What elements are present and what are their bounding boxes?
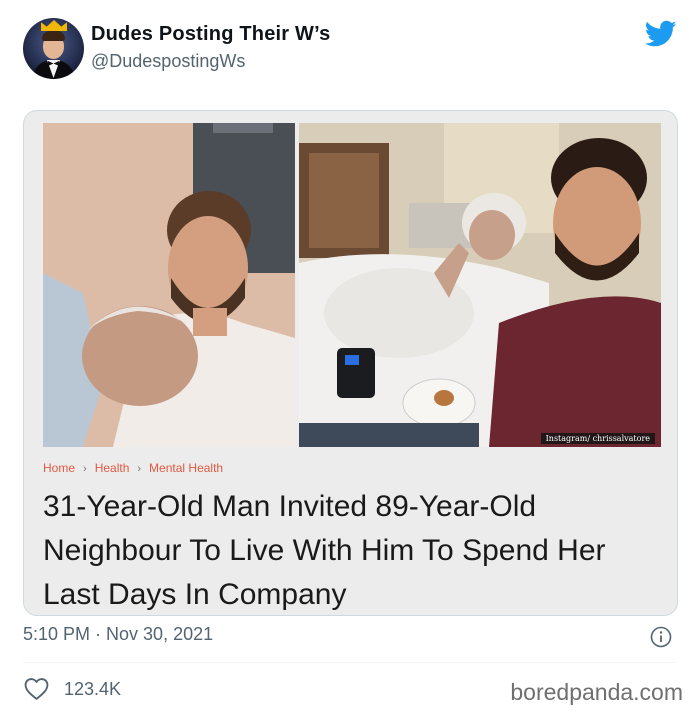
heart-icon[interactable] [24,677,49,701]
chevron-right-icon: › [137,463,142,475]
chevron-right-icon: › [83,463,87,475]
breadcrumb-health[interactable]: Health [95,461,130,475]
avatar[interactable] [23,18,84,79]
twitter-bird-icon[interactable] [645,20,677,48]
watermark: boredpanda.com [510,679,683,705]
user-handle[interactable]: @DudespostingWs [91,51,245,72]
info-icon[interactable] [650,626,672,648]
tweet-timestamp[interactable]: 5:10 PM · Nov 30, 2021 [23,624,213,645]
article-photo-left [43,123,295,447]
display-name[interactable]: Dudes Posting Their W’s [91,23,330,46]
tweet: Dudes Posting Their W’s @DudespostingWs [0,0,700,717]
article-card[interactable]: Instagram/ chrissalvatore Home › Health › Me… [23,110,678,616]
breadcrumb-home[interactable]: Home [43,461,75,475]
divider [23,662,677,663]
article-photo-right: Instagram/ chrissalvatore [299,123,661,447]
breadcrumb-mental-health[interactable]: Mental Health [149,461,223,475]
crown-icon [41,20,67,31]
photo-credit: Instagram/ chrissalvatore [540,433,655,444]
breadcrumb: Home › Health › Mental Health [43,461,223,475]
like-count: 123.4K [64,679,122,699]
avatar-hair [42,31,65,41]
article-headline[interactable]: 31-Year-Old Man Invited 89-Year-Old Neig… [43,485,663,615]
